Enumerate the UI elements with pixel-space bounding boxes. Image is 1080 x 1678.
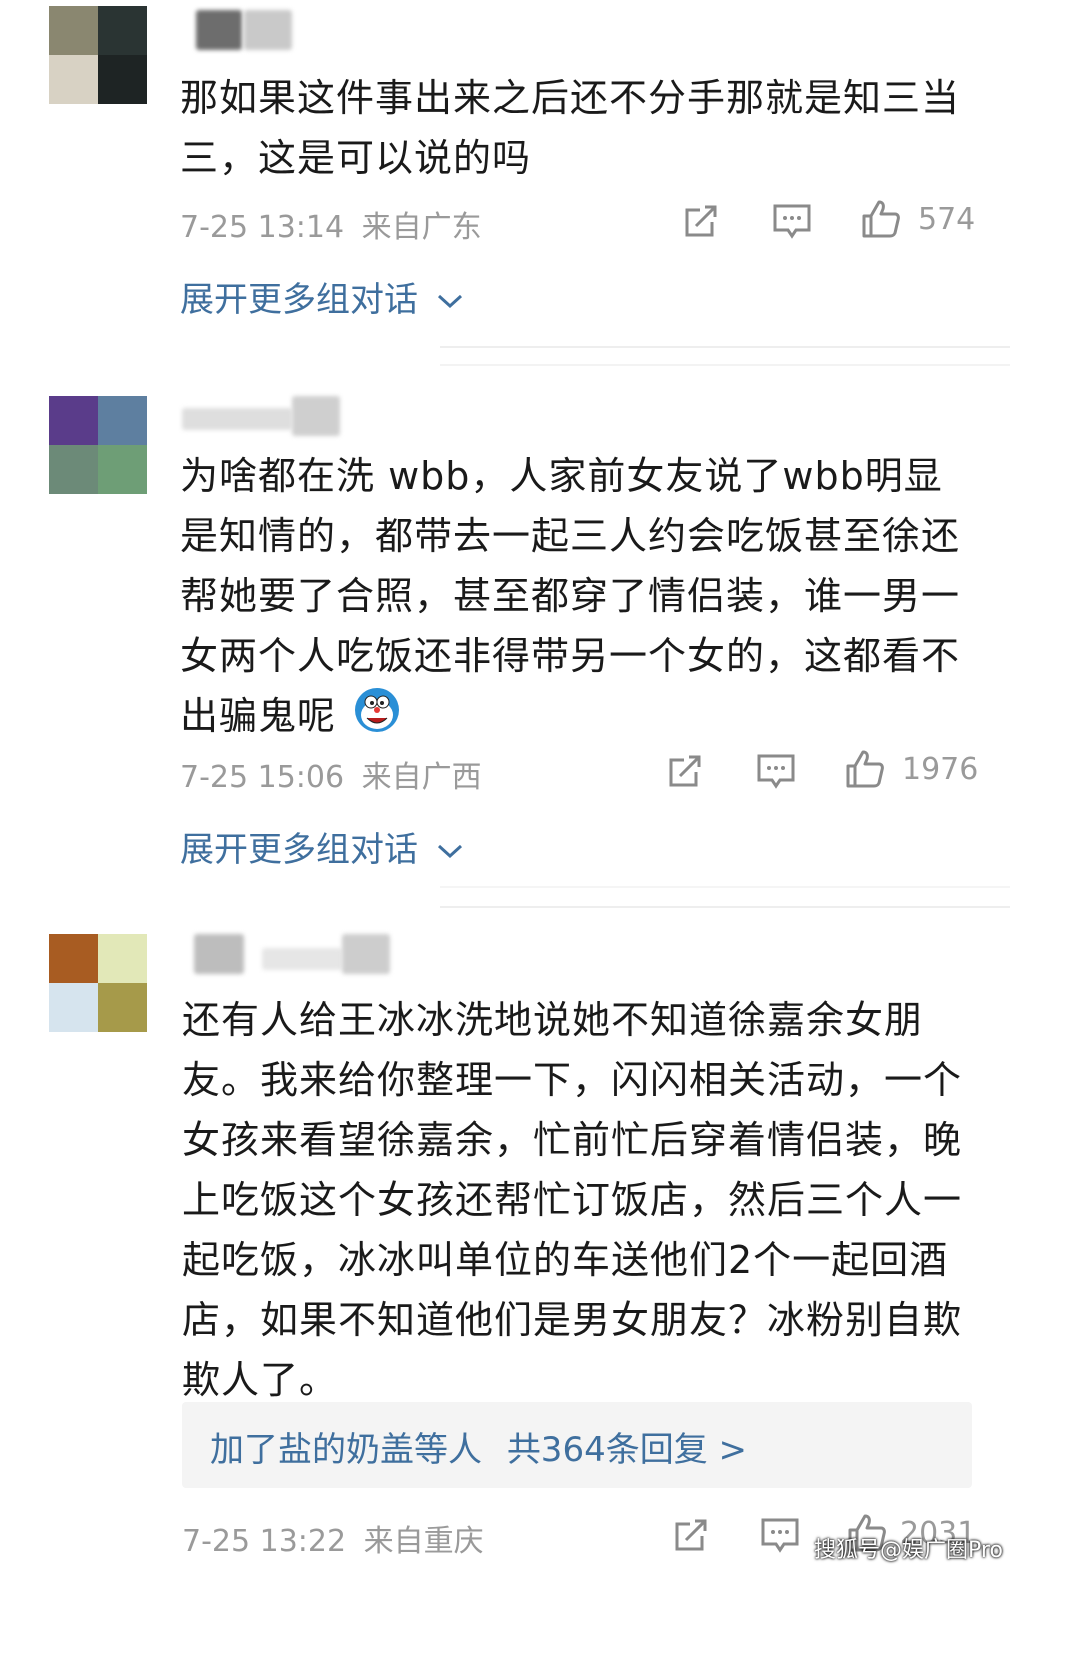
thumbs-up-icon[interactable]	[860, 198, 902, 244]
avatar[interactable]	[49, 6, 147, 104]
replies-summary: 加了盐的奶盖等人 共364条回复 >	[210, 1422, 747, 1471]
avatar-tile	[49, 55, 98, 104]
like-count: 574	[918, 202, 976, 237]
comment-text-line: 三，这是可以说的吗	[180, 136, 532, 180]
chevron-down-icon	[437, 844, 462, 859]
reply-users: 加了盐的奶盖等人	[210, 1430, 482, 1470]
comment-meta: 7-25 13:22 来自重庆	[182, 1516, 484, 1560]
share-icon[interactable]	[666, 752, 704, 794]
comment-text-line: 还有人给王冰冰洗地说她不知道徐嘉余女朋	[182, 998, 924, 1042]
comment-location: 来自重庆	[363, 1524, 484, 1559]
comment-icon[interactable]	[760, 1516, 800, 1558]
comment-icon[interactable]	[772, 202, 812, 244]
comment-text-line: 上吃饭这个女孩还帮忙订饭店，然后三个人一	[182, 1178, 963, 1222]
avatar-tile	[49, 6, 98, 55]
comment-text-line: 店，如果不知道他们是男女朋友？冰粉别自欺	[182, 1298, 963, 1342]
username-blurred[interactable]	[194, 934, 244, 974]
comment-text: 那如果这件事出来之后还不分手那就是知三当 三，这是可以说的吗	[180, 68, 1000, 188]
username-blurred[interactable]	[196, 10, 242, 50]
avatar-tile	[98, 983, 147, 1032]
expand-conversation-label: 展开更多组对话	[180, 280, 418, 320]
comment-time: 7-25 15:06	[180, 760, 345, 795]
comment-icon[interactable]	[756, 752, 796, 794]
comment-text-line: 是知情的，都带去一起三人约会吃饭甚至徐还	[180, 514, 961, 558]
chevron-down-icon	[437, 294, 462, 309]
comment-meta: 7-25 15:06 来自广西	[180, 752, 482, 796]
comment-text-line: 欺人了。	[182, 1358, 339, 1402]
share-icon[interactable]	[672, 1516, 710, 1558]
username-blurred[interactable]	[262, 948, 342, 970]
comment-location: 来自广东	[361, 210, 482, 245]
avatar-tile	[49, 396, 98, 445]
avatar-tile	[49, 445, 98, 494]
divider	[440, 364, 1010, 366]
comment-text-fragment: 出骗鬼呢	[180, 694, 337, 738]
comment-text-line: 为啥都在洗 wbb，人家前女友说了wbb明显	[180, 454, 943, 498]
comment-location: 来自广西	[361, 760, 482, 795]
comment-text-line: 帮她要了合照，甚至都穿了情侣装，谁一男一	[180, 574, 961, 618]
replies-preview[interactable]: 加了盐的奶盖等人 共364条回复 >	[182, 1402, 972, 1488]
comment-text-line: 起吃饭，冰冰叫单位的车送他们2个一起回酒	[182, 1238, 949, 1282]
comment-time: 7-25 13:22	[182, 1524, 347, 1559]
avatar-tile	[98, 6, 147, 55]
divider	[440, 346, 1010, 348]
comment-meta: 7-25 13:14 来自广东	[180, 202, 482, 246]
username-blurred[interactable]	[182, 408, 292, 430]
avatar[interactable]	[49, 396, 147, 494]
share-icon[interactable]	[682, 202, 720, 244]
divider	[440, 906, 1010, 908]
username-blurred[interactable]	[292, 396, 340, 436]
comment-text-line: 出骗鬼呢	[180, 686, 1010, 751]
comment-text: 为啥都在洗 wbb，人家前女友说了wbb明显 是知情的，都带去一起三人约会吃饭甚…	[180, 446, 1010, 751]
comment-text-line: 女两个人吃饭还非得带另一个女的，这都看不	[180, 634, 961, 678]
thumbs-up-icon[interactable]	[844, 748, 886, 794]
comment-text-line: 那如果这件事出来之后还不分手那就是知三当	[180, 76, 961, 120]
expand-conversation-label: 展开更多组对话	[180, 830, 418, 870]
avatar[interactable]	[49, 934, 147, 1032]
avatar-tile	[49, 934, 98, 983]
watermark: 搜狐号@娱广圈Pro	[814, 1538, 1003, 1563]
comment-text-line: 女孩来看望徐嘉余，忙前忙后穿着情侣装，晚	[182, 1118, 963, 1162]
like-count: 1976	[902, 752, 979, 787]
username-blurred[interactable]	[244, 10, 292, 50]
comment-time: 7-25 13:14	[180, 210, 345, 245]
avatar-tile	[98, 55, 147, 104]
comment-text: 还有人给王冰冰洗地说她不知道徐嘉余女朋 友。我来给你整理一下，闪闪相关活动，一个…	[182, 990, 1012, 1410]
doraemon-emoji-icon	[353, 686, 401, 751]
expand-conversation-link[interactable]: 展开更多组对话	[180, 272, 465, 321]
divider	[440, 886, 1010, 888]
avatar-tile	[98, 445, 147, 494]
reply-count-link[interactable]: 共364条回复 >	[507, 1430, 747, 1470]
avatar-tile	[98, 934, 147, 983]
avatar-tile	[49, 983, 98, 1032]
expand-conversation-link[interactable]: 展开更多组对话	[180, 822, 465, 871]
comment-text-line: 友。我来给你整理一下，闪闪相关活动，一个	[182, 1058, 963, 1102]
username-blurred[interactable]	[342, 934, 390, 974]
avatar-tile	[98, 396, 147, 445]
